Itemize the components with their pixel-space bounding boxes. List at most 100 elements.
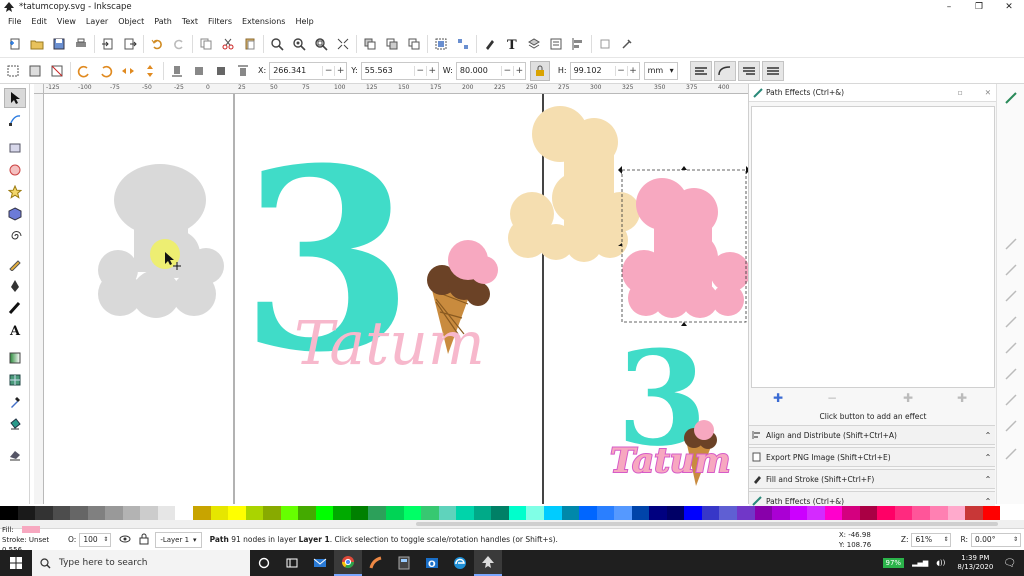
gradient-tool-icon[interactable] [4,348,26,368]
palette-swatch[interactable] [929,506,948,520]
select-all-layers-icon[interactable] [24,60,46,82]
snap-intersections-icon[interactable] [1001,364,1021,384]
transform-patterns-toggle[interactable] [761,60,784,81]
palette-swatch[interactable] [491,506,509,520]
w-field[interactable]: 80.000 − + [455,61,526,80]
palette-swatch[interactable] [35,506,53,520]
volume-icon[interactable]: ◖)) [936,559,945,567]
hide-layer-icon[interactable] [119,534,131,546]
tan-three-shape[interactable] [508,106,640,262]
palette-swatch[interactable] [894,506,913,520]
network-icon[interactable]: ▂▄▆ [912,559,928,567]
chevron-up-icon[interactable]: ⌃ [981,475,995,484]
duplicate-icon[interactable] [359,33,381,55]
palette-swatch[interactable] [315,506,334,520]
palette-swatch[interactable] [350,506,369,520]
horizontal-scrollbar[interactable] [0,520,1024,528]
palette-swatch[interactable] [87,506,106,520]
final-artwork-group[interactable]: 3 Tatum [609,322,731,486]
undo-icon[interactable] [146,33,168,55]
palette-swatch[interactable] [666,506,685,520]
palette-swatch[interactable] [877,506,895,520]
menu-text[interactable]: Text [177,17,203,26]
palette-swatch[interactable] [0,506,18,520]
palette-swatch[interactable] [561,506,580,520]
cut-icon[interactable] [217,33,239,55]
palette-swatch[interactable] [333,506,351,520]
pencil-tool-icon[interactable] [4,254,26,274]
path-effects-tab[interactable]: Path Effects (Ctrl+&) ▫ ✕ [749,84,997,102]
3d-box-tool-icon[interactable] [4,204,26,224]
rotate-cw-icon[interactable] [95,60,117,82]
palette-swatch[interactable] [842,506,860,520]
palette-swatch[interactable] [298,506,316,520]
x-field[interactable]: 266.341 − + [269,61,348,80]
panel-close-icon[interactable]: ✕ [985,88,991,97]
chevron-up-icon[interactable]: ⌃ [981,431,995,440]
save-icon[interactable] [48,33,70,55]
transform-gradients-toggle[interactable] [737,60,760,81]
palette-swatch[interactable] [736,506,755,520]
edge-icon[interactable] [446,550,474,576]
palette-swatch[interactable] [421,506,439,520]
unlink-clone-icon[interactable] [403,33,425,55]
chevron-up-icon[interactable]: ⌃ [981,453,995,462]
palette-swatch[interactable] [965,506,983,520]
palette-swatch[interactable] [52,506,71,520]
group-icon[interactable] [430,33,452,55]
align-distribute-icon[interactable] [567,33,589,55]
palette-swatch[interactable] [789,506,808,520]
palette-swatch[interactable] [701,506,720,520]
w-decrement[interactable]: − [500,65,513,76]
y-increment[interactable]: + [425,65,438,76]
raise-to-top-icon[interactable] [232,60,254,82]
palette-swatch[interactable] [386,506,404,520]
snap-page-icon[interactable] [1001,444,1021,464]
y-decrement[interactable]: − [413,65,426,76]
dock-export-png[interactable]: Export PNG Image (Shift+Ctrl+E) ⌃ [749,447,995,467]
xml-editor-icon[interactable] [545,33,567,55]
menu-layer[interactable]: Layer [81,17,113,26]
star-tool-icon[interactable] [4,182,26,202]
menu-filters[interactable]: Filters [203,17,237,26]
w-increment[interactable]: + [512,65,525,76]
drawing-canvas[interactable]: 3 Tatum 3 Tatum [44,94,748,504]
snap-edges-icon[interactable] [1001,260,1021,280]
palette-swatch[interactable] [403,506,422,520]
flip-horizontal-icon[interactable] [117,60,139,82]
effects-list[interactable] [751,106,995,388]
spin-icon[interactable]: ⇕ [1013,536,1020,543]
palette-swatch[interactable] [543,506,562,520]
paste-icon[interactable] [239,33,261,55]
rotate-ccw-icon[interactable] [73,60,95,82]
close-button[interactable]: ✕ [994,0,1024,14]
paint-bucket-tool-icon[interactable] [4,414,26,434]
palette-swatch[interactable] [473,506,492,520]
palette-swatch[interactable] [947,506,966,520]
palette-swatch[interactable] [368,506,387,520]
scale-corners-toggle[interactable] [713,60,736,81]
taskbar-search-box[interactable]: Type here to search [32,550,250,576]
lock-ratio-button[interactable] [529,60,550,81]
zoom-drawing-icon[interactable] [288,33,310,55]
node-tool-icon[interactable] [4,110,26,130]
palette-swatch[interactable] [912,506,930,520]
rectangle-tool-icon[interactable] [4,138,26,158]
palette-swatch[interactable] [982,506,1001,520]
scrollbar-thumb[interactable] [416,522,998,526]
h-field[interactable]: 99.102 − + [569,61,640,80]
spiral-tool-icon[interactable] [4,226,26,246]
snap-centers-icon[interactable] [1001,390,1021,410]
snap-bbox-icon[interactable] [1001,234,1021,254]
snap-corners-icon[interactable] [1001,286,1021,306]
zoom-selection-icon[interactable] [266,33,288,55]
palette-swatch[interactable] [438,506,457,520]
menu-object[interactable]: Object [113,17,149,26]
palette-swatch[interactable] [824,506,843,520]
palette-swatch[interactable] [175,506,194,520]
add-effect-button[interactable]: ✚ [763,391,793,405]
x-increment[interactable]: + [334,65,346,76]
open-folder-icon[interactable] [26,33,48,55]
lock-layer-icon[interactable] [139,533,149,547]
selector-tool-icon[interactable] [4,88,26,108]
